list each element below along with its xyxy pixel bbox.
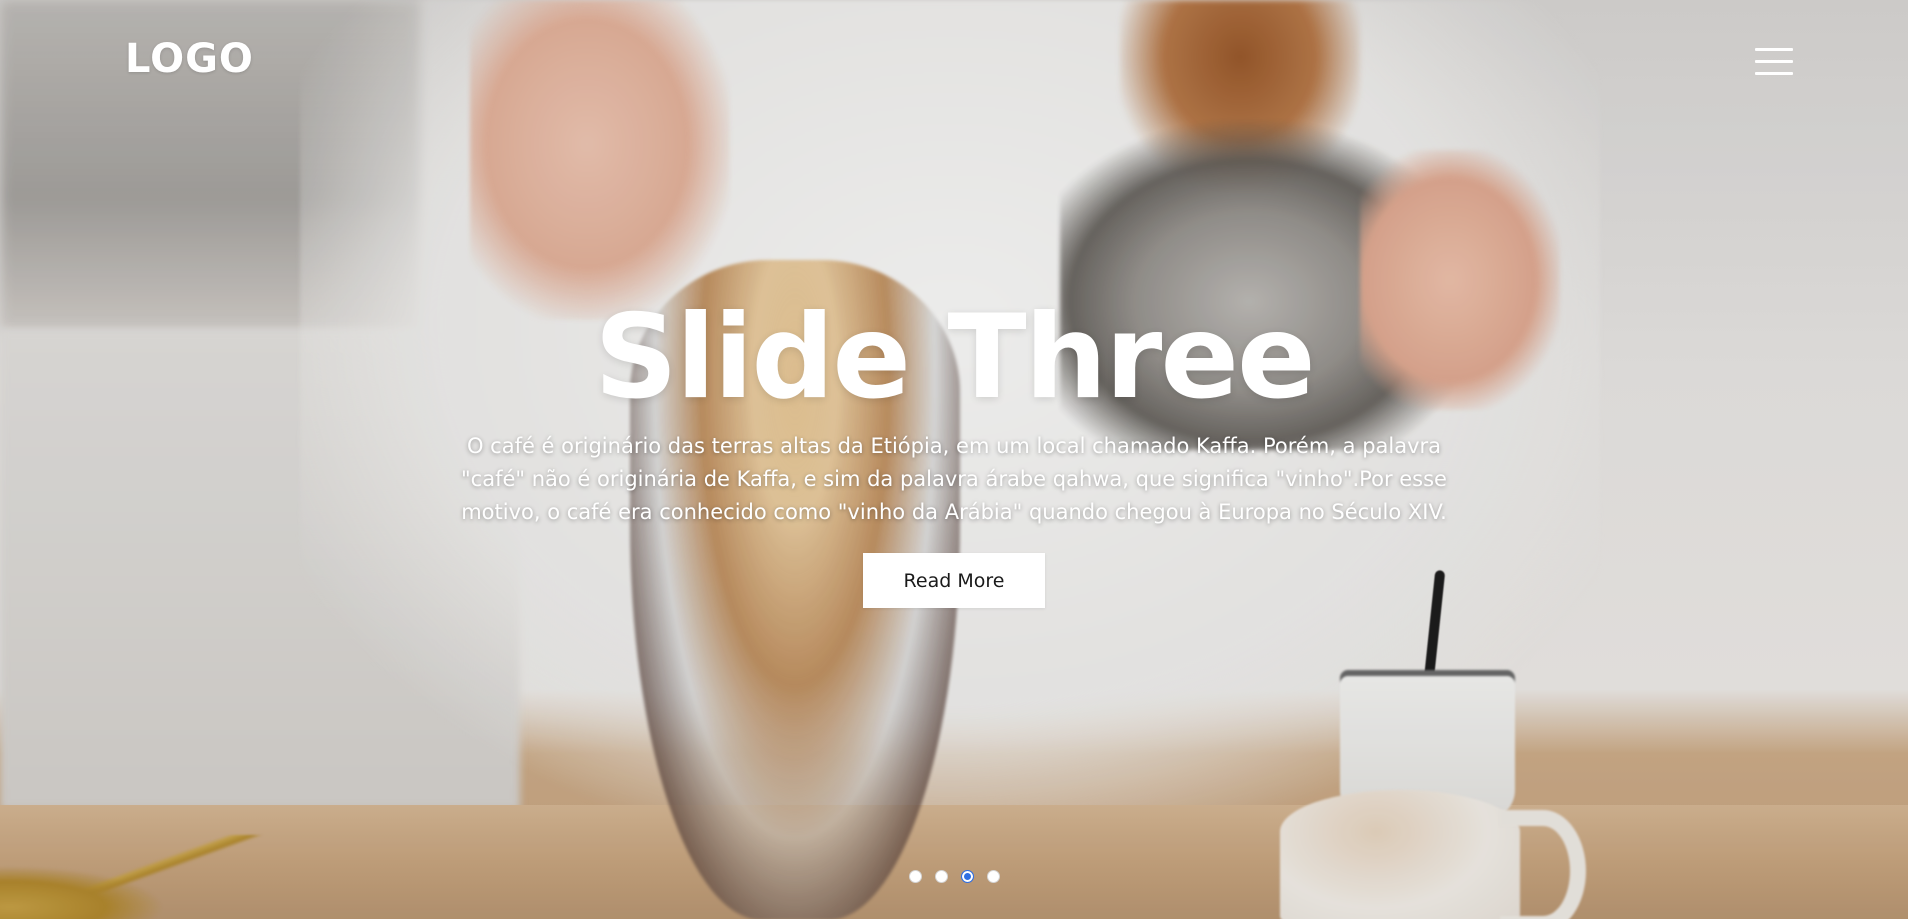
hamburger-menu-icon[interactable] [1755,48,1793,76]
menu-line [1755,48,1793,51]
hero-slider: LOGO Slide Three O café é originário das… [0,0,1908,919]
slide-title: Slide Three [594,290,1315,425]
slider-pagination [909,870,1000,886]
slide-dot-3-active[interactable] [961,870,974,883]
menu-line [1755,60,1793,63]
background-mug [1280,790,1520,919]
background-table [0,805,1908,919]
slide-dot-2[interactable] [935,870,948,883]
logo[interactable]: LOGO [125,36,254,82]
read-more-button[interactable]: Read More [863,553,1045,608]
background-cup [1340,670,1515,820]
background-cabinet [0,330,520,810]
background-spoon [0,835,280,919]
slide-dot-1[interactable] [909,870,922,883]
slide-description: O café é originário das terras altas da … [461,434,1447,524]
background-mug-handle [1500,810,1586,919]
background-hand [470,0,730,320]
slide-content: Slide Three O café é originário das terr… [454,290,1454,608]
menu-line [1755,72,1793,75]
background-hair [1120,0,1360,190]
slide-dot-4[interactable] [987,870,1000,883]
